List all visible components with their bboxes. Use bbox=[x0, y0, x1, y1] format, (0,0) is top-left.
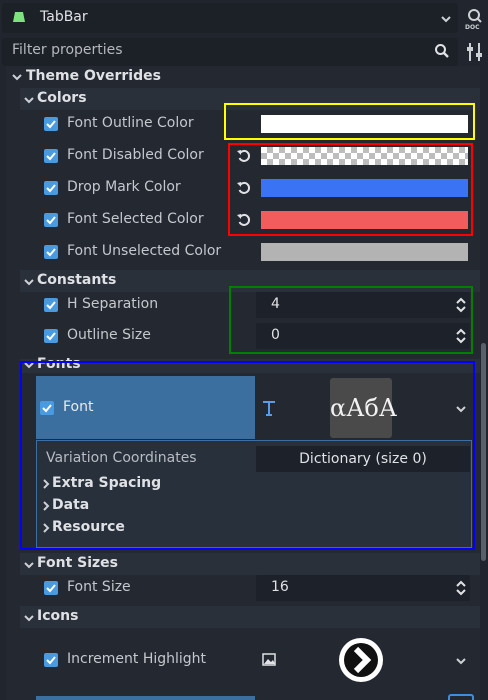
check-icon bbox=[46, 656, 56, 665]
property-tools-button[interactable] bbox=[464, 40, 486, 64]
chevron-down-icon[interactable] bbox=[12, 72, 22, 82]
next-property-checkbox[interactable] bbox=[448, 694, 474, 700]
node-name: TabBar bbox=[40, 9, 88, 25]
chevron-down-icon[interactable] bbox=[24, 277, 34, 287]
next-property-row[interactable] bbox=[36, 696, 255, 700]
search-icon bbox=[435, 44, 449, 58]
chevron-down-icon[interactable] bbox=[440, 13, 452, 25]
filter-properties-input[interactable]: Filter properties bbox=[2, 38, 458, 66]
up-down-arrows-icon[interactable] bbox=[455, 580, 467, 596]
inspector-header: TabBar DOC bbox=[0, 0, 488, 36]
drop-mark-color-checkbox[interactable] bbox=[44, 181, 58, 195]
font-selected-color-label: Font Selected Color bbox=[67, 211, 204, 227]
red-highlight-box bbox=[228, 143, 473, 236]
yellow-highlight-box bbox=[224, 103, 475, 140]
blue-highlight-box bbox=[20, 361, 475, 550]
h-separation-checkbox[interactable] bbox=[44, 298, 58, 312]
font-unselected-color-swatch[interactable] bbox=[261, 243, 468, 261]
theme-overrides-header[interactable]: Theme Overrides bbox=[26, 68, 161, 84]
font-size-label: Font Size bbox=[67, 579, 131, 595]
chevron-down-icon[interactable] bbox=[24, 613, 34, 623]
font-size-value: 16 bbox=[271, 579, 289, 595]
increment-highlight-label: Increment Highlight bbox=[67, 651, 207, 667]
tools-icon bbox=[467, 43, 482, 61]
check-icon bbox=[46, 184, 56, 193]
chevron-down-icon[interactable] bbox=[24, 95, 34, 105]
drop-mark-color-label: Drop Mark Color bbox=[67, 179, 181, 195]
increment-highlight-checkbox[interactable] bbox=[44, 653, 58, 667]
outline-size-label: Outline Size bbox=[67, 327, 151, 343]
font-outline-color-label: Font Outline Color bbox=[67, 115, 194, 131]
chevron-down-icon[interactable] bbox=[24, 560, 34, 570]
font-selected-color-checkbox[interactable] bbox=[44, 213, 58, 227]
font-disabled-color-label: Font Disabled Color bbox=[67, 147, 204, 163]
check-icon bbox=[46, 301, 56, 310]
tabbar-node-icon bbox=[13, 12, 25, 22]
font-sizes-section-label: Font Sizes bbox=[37, 555, 119, 571]
check-icon bbox=[46, 152, 56, 161]
check-icon bbox=[46, 216, 56, 225]
check-icon bbox=[46, 584, 56, 593]
filter-placeholder: Filter properties bbox=[12, 42, 123, 58]
doc-search-button[interactable]: DOC bbox=[464, 6, 486, 32]
font-outline-color-checkbox[interactable] bbox=[44, 117, 58, 131]
font-unselected-color-checkbox[interactable] bbox=[44, 245, 58, 259]
colors-section-label: Colors bbox=[37, 90, 87, 106]
font-unselected-color-label: Font Unselected Color bbox=[67, 243, 222, 259]
constants-section-label: Constants bbox=[37, 272, 117, 288]
check-icon bbox=[46, 332, 56, 341]
check-icon bbox=[46, 248, 56, 257]
node-selector[interactable]: TabBar bbox=[2, 3, 458, 33]
doc-label: DOC bbox=[465, 24, 480, 31]
h-separation-label: H Separation bbox=[67, 296, 159, 312]
increment-arrow-preview-icon[interactable] bbox=[336, 636, 386, 684]
font-disabled-color-checkbox[interactable] bbox=[44, 149, 58, 163]
inspector-scrollbar[interactable] bbox=[481, 343, 486, 561]
icons-category[interactable] bbox=[20, 606, 480, 628]
chevron-down-icon[interactable] bbox=[455, 655, 467, 667]
check-icon bbox=[46, 120, 56, 129]
image-texture-icon bbox=[262, 653, 276, 666]
outline-size-checkbox[interactable] bbox=[44, 329, 58, 343]
font-size-checkbox[interactable] bbox=[44, 581, 58, 595]
green-highlight-box bbox=[229, 286, 473, 354]
icons-section-label: Icons bbox=[37, 608, 79, 624]
